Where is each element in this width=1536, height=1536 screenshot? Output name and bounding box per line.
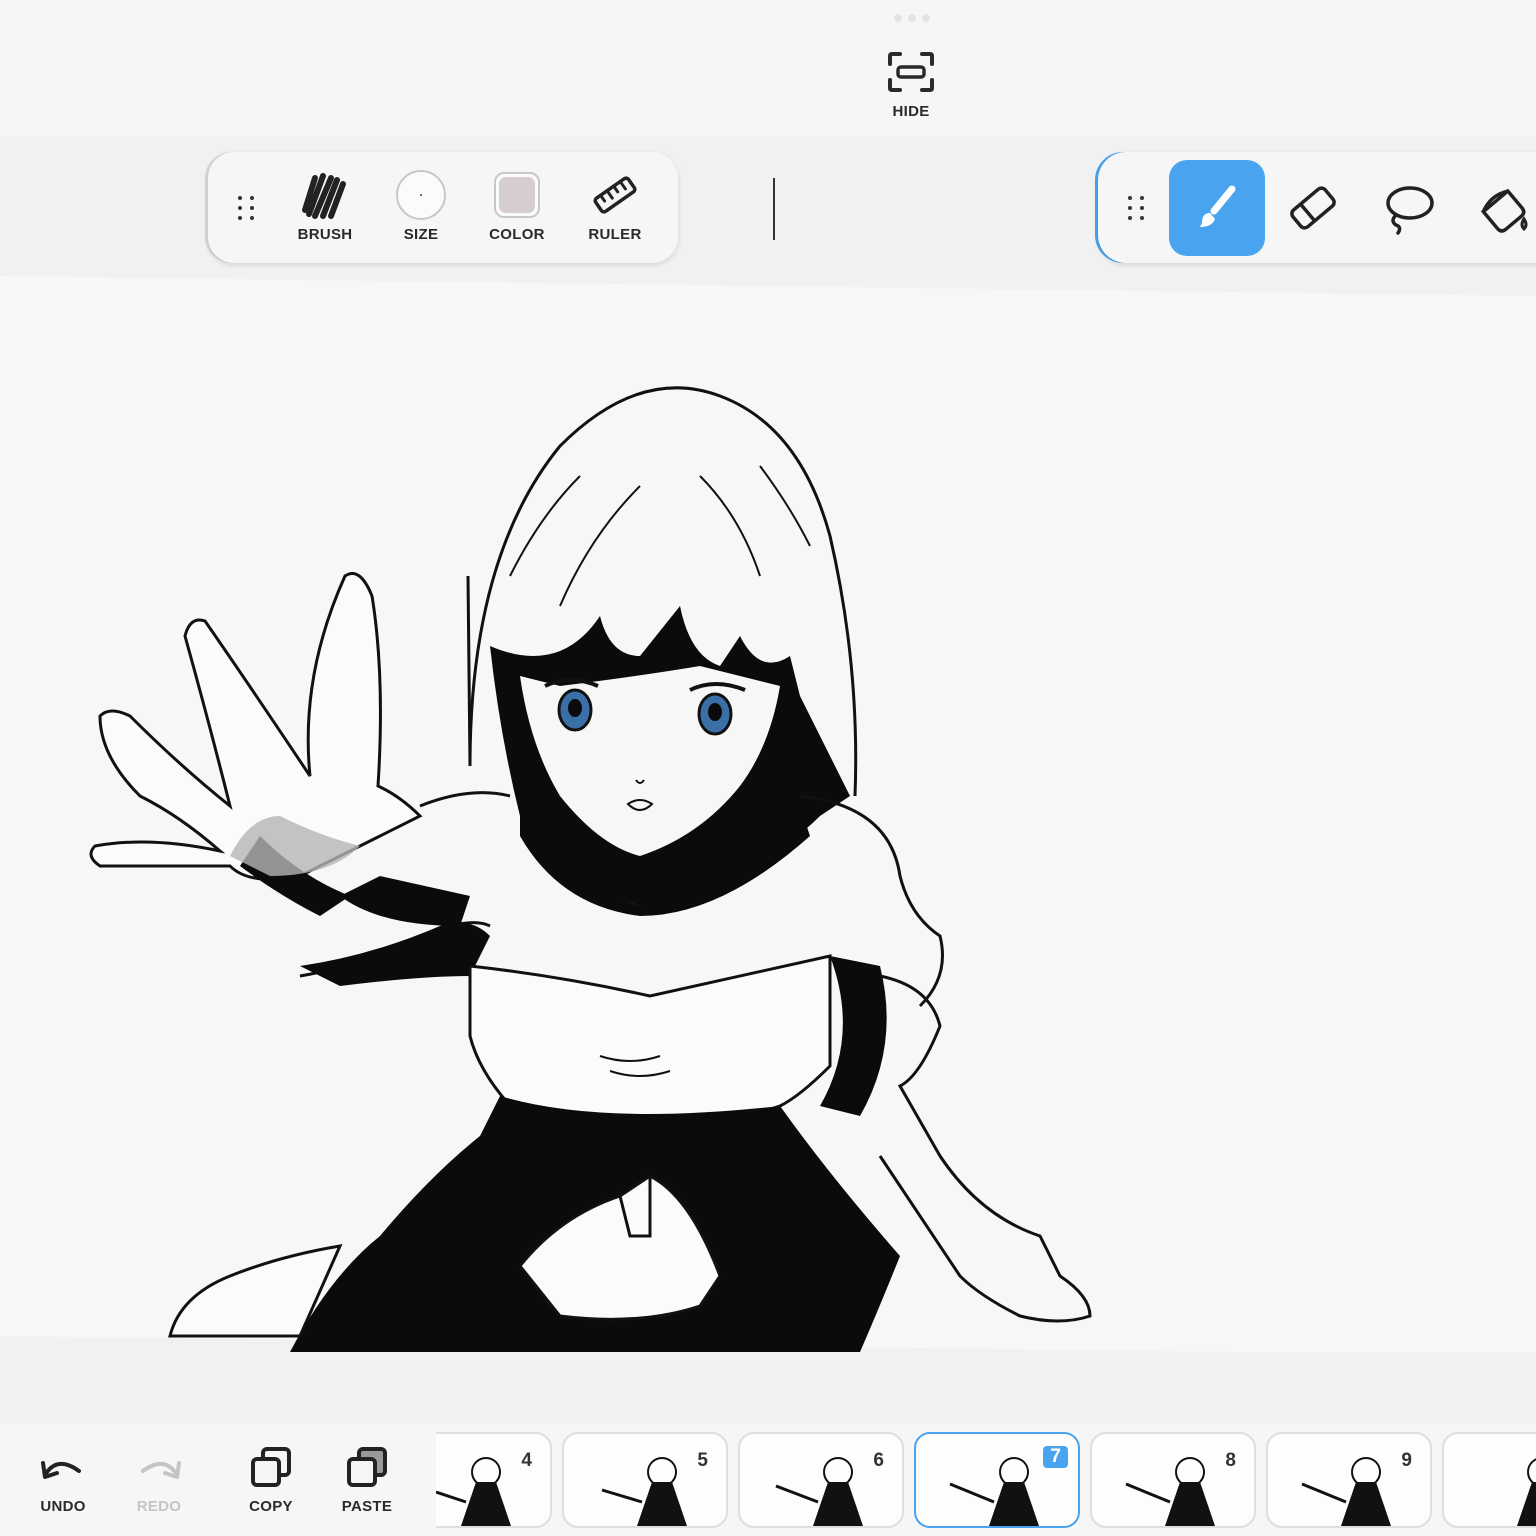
artwork-illustration [89,386,1092,1352]
frame-preview-image [436,1457,511,1526]
ruler-button[interactable]: RULER [570,164,660,256]
copy-icon [251,1447,291,1487]
drawing-canvas[interactable] [0,276,1536,1352]
copy-button[interactable]: COPY [226,1442,316,1526]
frame-thumbnail[interactable]: 6 [738,1432,904,1528]
hide-icon [888,52,934,97]
redo-button[interactable]: REDO [114,1442,204,1526]
fill-bucket-icon [1480,188,1528,233]
toolbar-divider [773,178,775,240]
ruler-icon [593,176,637,214]
color-label: COLOR [489,226,545,243]
tools-panel [1098,152,1536,263]
frame-preview-image [1517,1458,1536,1526]
brush-stroke-icon [302,173,346,219]
undo-button[interactable]: UNDO [18,1442,108,1526]
size-button[interactable]: SIZE [376,164,466,256]
brush-label: BRUSH [297,226,353,243]
brush-icon [1200,185,1236,227]
fill-tool-button[interactable] [1457,160,1536,256]
window-grabber[interactable] [888,14,936,24]
frame-thumbnail[interactable]: 9 [1266,1432,1432,1528]
frame-thumbnail-active[interactable]: 7 [914,1432,1080,1528]
brush-settings-panel: BRUSH SIZE COLOR RULER [208,152,775,263]
frame-number: 4 [521,1450,532,1471]
ruler-label: RULER [588,226,642,243]
frame-number: 8 [1225,1450,1236,1471]
brush-button[interactable]: BRUSH [280,164,370,256]
panel-drag-handle[interactable] [238,196,256,222]
redo-label: REDO [136,1498,182,1515]
frame-preview-image [949,1457,1039,1526]
size-label: SIZE [403,226,439,243]
frame-number: 5 [697,1450,708,1471]
bottom-bar: UNDO REDO COPY PASTE 4 5 6 7 8 9 [0,1424,1536,1536]
brush-tool-button[interactable] [1169,160,1265,256]
redo-icon [141,1461,181,1479]
eraser-icon [1290,186,1336,230]
frame-preview-image [601,1457,687,1526]
frame-number: 7 [1043,1446,1068,1468]
frame-thumbnail[interactable] [1442,1432,1536,1528]
frame-preview-image [775,1457,863,1526]
frame-preview-image [1301,1457,1391,1526]
paste-icon [347,1447,387,1487]
frame-thumbnail[interactable]: 5 [562,1432,728,1528]
frame-thumbnail[interactable]: 4 [436,1432,552,1528]
color-swatch [494,172,540,218]
eraser-tool-button[interactable] [1265,160,1361,256]
frame-preview-image [1125,1457,1215,1526]
hide-label: HIDE [892,103,930,120]
lasso-tool-button[interactable] [1361,160,1457,256]
lasso-icon [1386,186,1434,235]
frame-number: 6 [873,1450,884,1471]
tools-panel-drag-handle[interactable] [1128,196,1146,222]
copy-label: COPY [249,1498,293,1515]
paste-label: PASTE [341,1498,393,1515]
undo-label: UNDO [40,1498,86,1515]
paste-button[interactable]: PASTE [322,1442,412,1526]
undo-icon [41,1461,81,1479]
color-button[interactable]: COLOR [472,164,562,256]
frame-number: 9 [1401,1450,1412,1471]
frame-thumbnail[interactable]: 8 [1090,1432,1256,1528]
size-preview [396,170,446,220]
frame-strip[interactable]: 4 5 6 7 8 9 [436,1432,1536,1532]
top-bar: HIDE [0,0,1536,136]
hide-button[interactable]: HIDE [872,52,950,128]
